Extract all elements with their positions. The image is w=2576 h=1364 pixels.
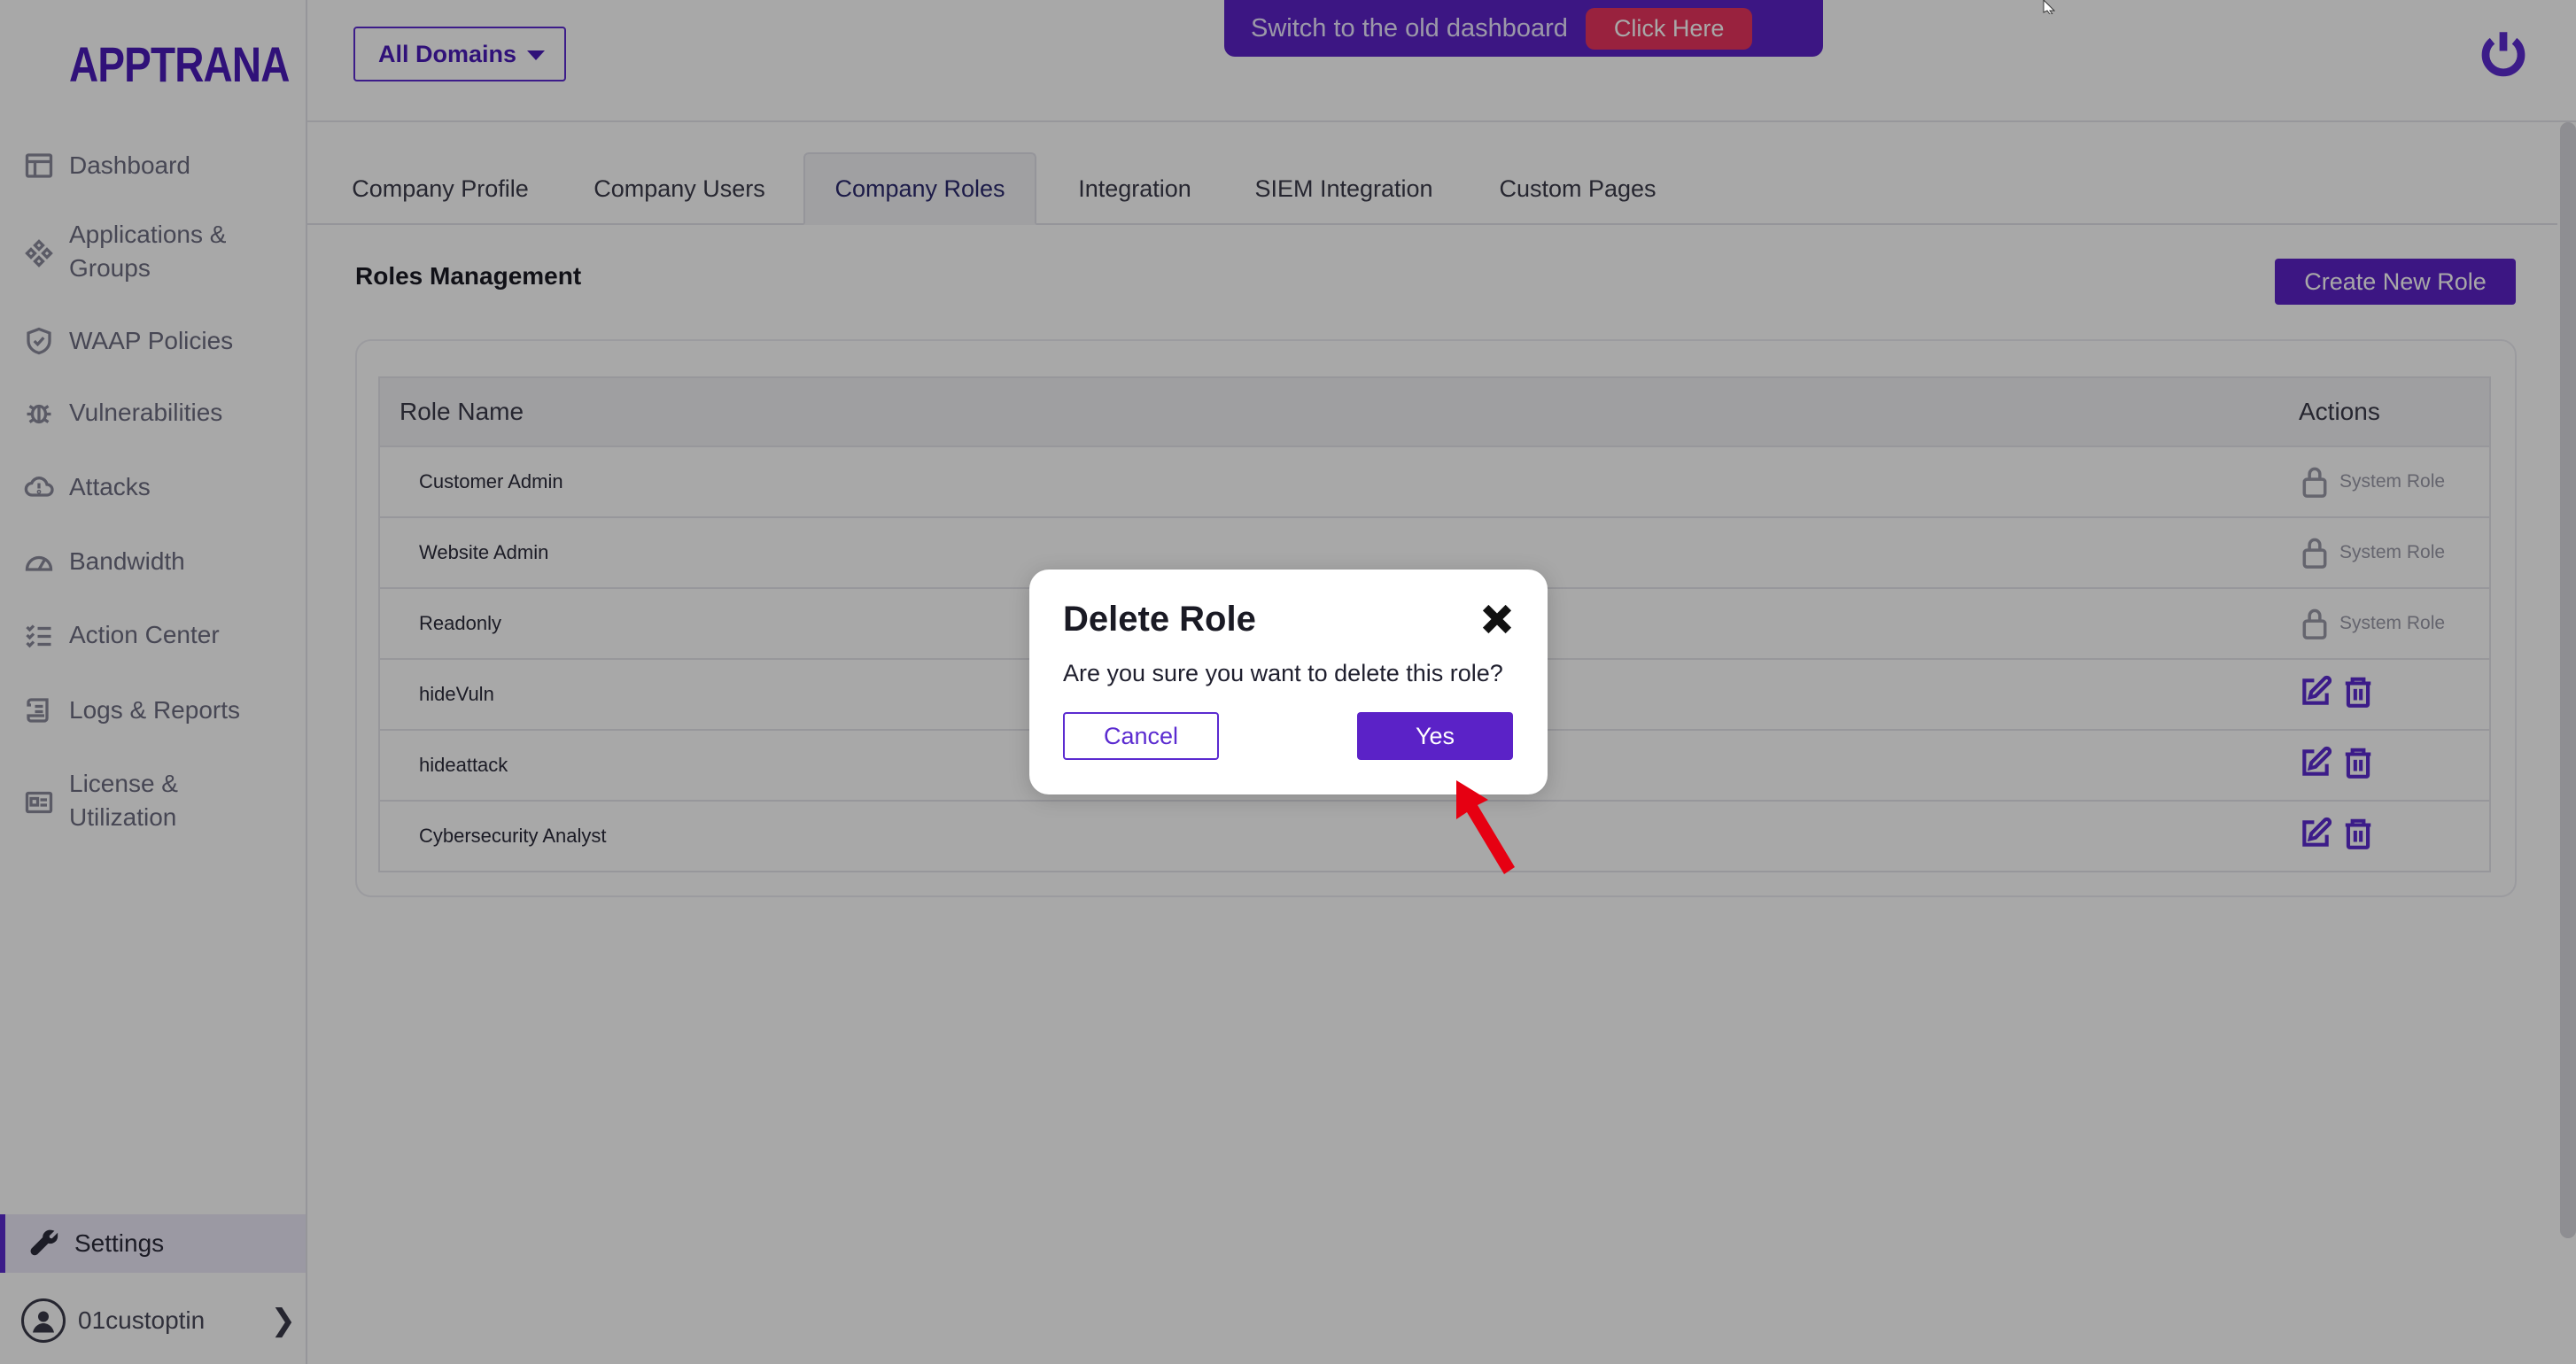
- cancel-button[interactable]: Cancel: [1063, 712, 1219, 760]
- delete-role-dialog: Delete Role Are you sure you want to del…: [1029, 570, 1548, 794]
- dialog-message: Are you sure you want to delete this rol…: [1063, 660, 1503, 686]
- page-scrollbar[interactable]: [2560, 122, 2576, 1238]
- yes-button[interactable]: Yes: [1357, 712, 1513, 760]
- close-icon[interactable]: [1478, 600, 1517, 639]
- mouse-cursor-icon: [2043, 0, 2056, 14]
- dialog-title: Delete Role: [1063, 600, 1256, 639]
- annotation-arrow-icon: [1456, 780, 1515, 874]
